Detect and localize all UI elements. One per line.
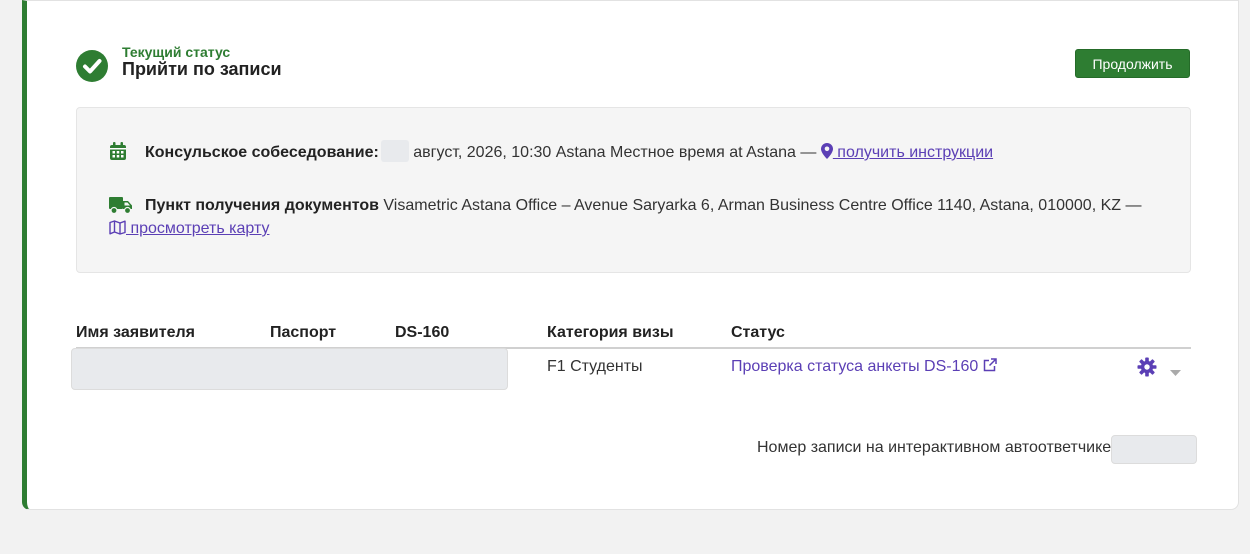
- redacted-day: [380, 140, 409, 162]
- redacted-applicant-info: [71, 348, 508, 390]
- caret-down-icon[interactable]: [1170, 364, 1181, 382]
- redacted-ivr-number: [1111, 435, 1197, 464]
- header-visa-category: Категория визы: [547, 324, 674, 341]
- document-pickup-address: Visametric Astana Office – Avenue Saryar…: [378, 197, 1142, 214]
- ds160-status-cell: Проверка статуса анкеты DS-160: [731, 358, 997, 376]
- map-icon: [109, 219, 126, 242]
- header-applicant-name: Имя заявителя: [76, 324, 195, 341]
- header-passport: Паспорт: [270, 324, 337, 341]
- header-ds160: DS-160: [395, 324, 450, 341]
- status-title: Прийти по записи: [122, 59, 282, 79]
- check-ds160-status-text: Проверка статуса анкеты DS-160: [731, 358, 979, 375]
- visa-category-cell: F1 Студенты: [547, 358, 643, 375]
- appointment-card: Текущий статус Прийти по записи Продолжи…: [22, 0, 1239, 510]
- gear-icon[interactable]: [1137, 357, 1157, 382]
- view-map-link[interactable]: просмотреть карту: [109, 220, 269, 237]
- document-pickup-label: Пункт получения документов: [145, 197, 379, 214]
- check-ds160-status-link[interactable]: Проверка статуса анкеты DS-160: [731, 358, 997, 375]
- check-circle-icon: [76, 50, 108, 82]
- get-instructions-link[interactable]: получить инструкции: [820, 143, 994, 161]
- view-map-text: просмотреть карту: [126, 220, 270, 237]
- calendar-icon: [109, 142, 127, 168]
- continue-button[interactable]: Продолжить: [1075, 49, 1190, 78]
- get-instructions-text: получить инструкции: [832, 144, 994, 161]
- map-pin-icon: [820, 143, 833, 166]
- consular-interview-datetime: август, 2026, 10:30 Astana Местное время…: [413, 144, 817, 161]
- current-status-label: Текущий статус: [122, 44, 231, 60]
- ivr-number-label: Номер записи на интерактивном автоответч…: [757, 439, 1112, 456]
- header-status: Статус: [731, 324, 785, 341]
- appointment-details: Консульское собеседование: август, 2026,…: [76, 107, 1191, 273]
- truck-icon: [109, 196, 133, 221]
- consular-interview-label: Консульское собеседование:: [145, 144, 379, 161]
- external-link-icon: [983, 358, 997, 375]
